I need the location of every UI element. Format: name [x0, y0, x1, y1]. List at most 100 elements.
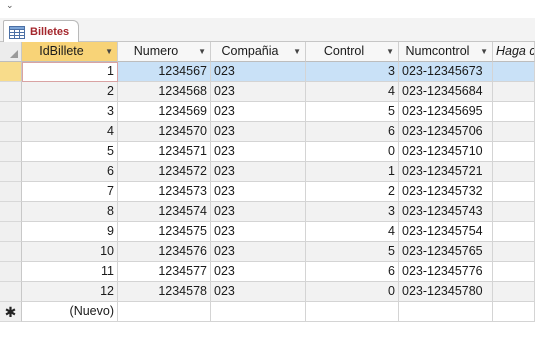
record-selector[interactable]: [0, 82, 22, 102]
new-record-icon[interactable]: ✱: [0, 302, 22, 322]
cell-empty[interactable]: [493, 82, 535, 102]
record-selector[interactable]: [0, 162, 22, 182]
table-row[interactable]: 6 1234572 023 1 023-12345721: [0, 162, 535, 182]
cell-numero[interactable]: 1234570: [118, 122, 211, 142]
cell-compania[interactable]: 023: [211, 222, 306, 242]
cell-idbillete[interactable]: 3: [22, 102, 118, 122]
table-row[interactable]: 1 1234567 023 3 023-12345673: [0, 62, 535, 82]
column-header-control[interactable]: Control ▼: [306, 42, 399, 62]
record-selector[interactable]: [0, 202, 22, 222]
table-row[interactable]: 2 1234568 023 4 023-12345684: [0, 82, 535, 102]
column-dropdown-icon[interactable]: ▼: [198, 42, 206, 61]
cell-idbillete[interactable]: 7: [22, 182, 118, 202]
cell-numero[interactable]: 1234572: [118, 162, 211, 182]
column-header-add-new[interactable]: Haga c: [493, 42, 535, 62]
cell-idbillete[interactable]: 11: [22, 262, 118, 282]
cell-compania[interactable]: 023: [211, 62, 306, 82]
record-selector[interactable]: [0, 122, 22, 142]
cell-empty[interactable]: [493, 122, 535, 142]
cell-idbillete[interactable]: 5: [22, 142, 118, 162]
cell-compania[interactable]: 023: [211, 282, 306, 302]
table-row[interactable]: 8 1234574 023 3 023-12345743: [0, 202, 535, 222]
cell-numero[interactable]: 1234578: [118, 282, 211, 302]
table-row[interactable]: 7 1234573 023 2 023-12345732: [0, 182, 535, 202]
column-dropdown-icon[interactable]: ▼: [105, 42, 113, 61]
cell-numcontrol[interactable]: 023-12345776: [399, 262, 493, 282]
quick-access-chevron-icon[interactable]: ⌄: [6, 0, 14, 11]
column-header-compania[interactable]: Compañia ▼: [211, 42, 306, 62]
record-selector[interactable]: [0, 62, 22, 82]
cell-control[interactable]: 3: [306, 62, 399, 82]
cell-idbillete[interactable]: 10: [22, 242, 118, 262]
cell-idbillete[interactable]: 6: [22, 162, 118, 182]
cell-empty[interactable]: [493, 262, 535, 282]
column-dropdown-icon[interactable]: ▼: [293, 42, 301, 61]
cell-numcontrol[interactable]: 023-12345765: [399, 242, 493, 262]
record-selector[interactable]: [0, 182, 22, 202]
new-record-cell[interactable]: [306, 302, 399, 322]
new-record-cell[interactable]: [211, 302, 306, 322]
cell-empty[interactable]: [493, 142, 535, 162]
cell-numcontrol[interactable]: 023-12345710: [399, 142, 493, 162]
table-row[interactable]: 11 1234577 023 6 023-12345776: [0, 262, 535, 282]
cell-empty[interactable]: [493, 202, 535, 222]
record-selector[interactable]: [0, 282, 22, 302]
table-row[interactable]: 4 1234570 023 6 023-12345706: [0, 122, 535, 142]
cell-numero[interactable]: 1234577: [118, 262, 211, 282]
cell-numcontrol[interactable]: 023-12345695: [399, 102, 493, 122]
record-selector[interactable]: [0, 262, 22, 282]
cell-idbillete[interactable]: 1: [22, 62, 118, 82]
cell-numero[interactable]: 1234574: [118, 202, 211, 222]
cell-numcontrol[interactable]: 023-12345754: [399, 222, 493, 242]
cell-numcontrol[interactable]: 023-12345743: [399, 202, 493, 222]
cell-control[interactable]: 6: [306, 262, 399, 282]
cell-idbillete[interactable]: 8: [22, 202, 118, 222]
cell-compania[interactable]: 023: [211, 102, 306, 122]
cell-control[interactable]: 1: [306, 162, 399, 182]
cell-compania[interactable]: 023: [211, 202, 306, 222]
table-row[interactable]: 9 1234575 023 4 023-12345754: [0, 222, 535, 242]
cell-control[interactable]: 3: [306, 202, 399, 222]
cell-numero[interactable]: 1234576: [118, 242, 211, 262]
column-dropdown-icon[interactable]: ▼: [480, 42, 488, 61]
cell-idbillete[interactable]: 4: [22, 122, 118, 142]
new-record-cell[interactable]: [493, 302, 535, 322]
cell-empty[interactable]: [493, 282, 535, 302]
cell-empty[interactable]: [493, 242, 535, 262]
cell-numcontrol[interactable]: 023-12345732: [399, 182, 493, 202]
cell-numero[interactable]: 1234568: [118, 82, 211, 102]
record-selector[interactable]: [0, 222, 22, 242]
cell-empty[interactable]: [493, 102, 535, 122]
cell-control[interactable]: 6: [306, 122, 399, 142]
cell-empty[interactable]: [493, 162, 535, 182]
record-selector[interactable]: [0, 102, 22, 122]
cell-numcontrol[interactable]: 023-12345721: [399, 162, 493, 182]
cell-numero[interactable]: 1234571: [118, 142, 211, 162]
cell-numcontrol[interactable]: 023-12345684: [399, 82, 493, 102]
cell-numcontrol[interactable]: 023-12345673: [399, 62, 493, 82]
cell-numero[interactable]: 1234573: [118, 182, 211, 202]
tab-billetes[interactable]: Billetes: [3, 20, 79, 43]
table-row[interactable]: 10 1234576 023 5 023-12345765: [0, 242, 535, 262]
record-selector[interactable]: [0, 142, 22, 162]
cell-compania[interactable]: 023: [211, 182, 306, 202]
new-record-cell[interactable]: [118, 302, 211, 322]
cell-numero[interactable]: 1234575: [118, 222, 211, 242]
new-record-placeholder[interactable]: (Nuevo): [22, 302, 118, 322]
cell-empty[interactable]: [493, 62, 535, 82]
column-header-idbillete[interactable]: IdBillete ▼: [22, 42, 118, 62]
new-record-cell[interactable]: [399, 302, 493, 322]
cell-compania[interactable]: 023: [211, 162, 306, 182]
cell-control[interactable]: 4: [306, 82, 399, 102]
new-record-row[interactable]: ✱ (Nuevo): [0, 302, 535, 322]
column-header-numcontrol[interactable]: Numcontrol ▼: [399, 42, 493, 62]
cell-empty[interactable]: [493, 222, 535, 242]
cell-compania[interactable]: 023: [211, 122, 306, 142]
table-row[interactable]: 5 1234571 023 0 023-12345710: [0, 142, 535, 162]
table-row[interactable]: 12 1234578 023 0 023-12345780: [0, 282, 535, 302]
cell-control[interactable]: 5: [306, 102, 399, 122]
select-all-corner[interactable]: [0, 42, 22, 62]
cell-control[interactable]: 5: [306, 242, 399, 262]
cell-control[interactable]: 0: [306, 282, 399, 302]
cell-control[interactable]: 4: [306, 222, 399, 242]
